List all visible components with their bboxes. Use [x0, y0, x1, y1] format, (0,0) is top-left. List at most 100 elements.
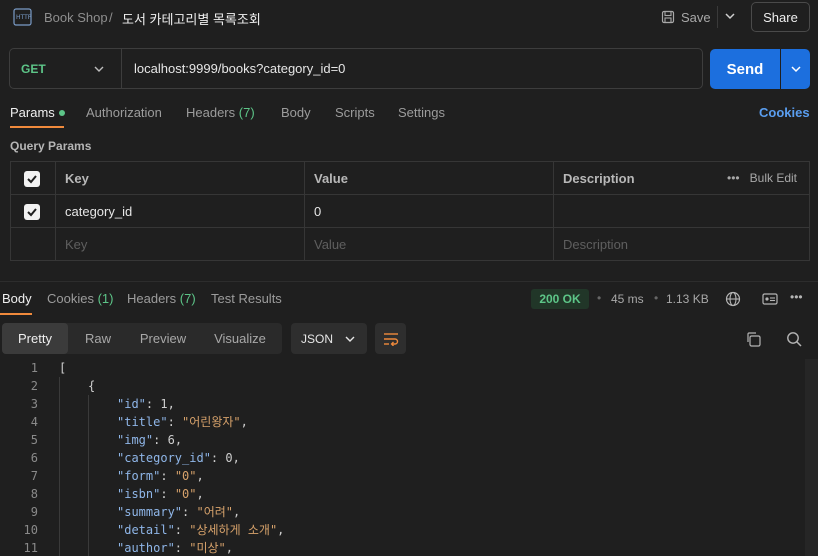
check-icon	[27, 174, 37, 183]
key-header: Key	[65, 171, 89, 186]
query-params-heading: Query Params	[10, 139, 92, 153]
line-number: 4	[30, 415, 38, 429]
code-token-punc: ,	[232, 451, 240, 465]
response-cookies-count: (1)	[97, 291, 114, 306]
code-line: 4 "title": "어린왕자",	[0, 413, 818, 431]
search-icon[interactable]	[786, 331, 802, 347]
tab-params[interactable]: Params	[10, 105, 65, 120]
param-enabled-checkbox[interactable]	[24, 203, 40, 220]
code-token-punc: ,	[233, 505, 241, 519]
param-value: 0	[314, 204, 322, 219]
check-icon	[27, 207, 37, 216]
column-header-description: Description ••• Bulk Edit	[553, 162, 809, 195]
tab-authorization[interactable]: Authorization	[86, 105, 162, 120]
tab-scripts[interactable]: Scripts	[335, 105, 375, 120]
chevron-down-icon[interactable]	[723, 9, 737, 23]
share-button[interactable]: Share	[751, 2, 810, 32]
globe-icon[interactable]	[725, 291, 741, 307]
code-token-punc: ,	[277, 523, 285, 537]
tab-params-label: Params	[10, 105, 55, 120]
chevron-down-icon	[790, 66, 801, 73]
response-tab-cookies[interactable]: Cookies (1)	[47, 291, 113, 306]
line-number: 3	[30, 397, 38, 411]
code-token-str: "어려"	[196, 505, 234, 519]
new-description-input[interactable]: Description	[553, 228, 809, 261]
request-tabs: Params Authorization Headers (7) Body Sc…	[0, 98, 818, 128]
cookies-link[interactable]: Cookies	[759, 105, 810, 120]
response-active-tab-indicator	[0, 313, 32, 315]
response-size[interactable]: 1.13 KB	[666, 292, 709, 306]
response-tab-body[interactable]: Body	[2, 291, 32, 306]
meta-separator: •	[597, 291, 602, 305]
row-check-cell	[11, 195, 55, 228]
code-token-punc: :	[210, 451, 226, 465]
response-body-viewer[interactable]: 1[2{3 "id": 1, 4 "title": "어린왕자", 5 "img": 6,…	[0, 359, 818, 556]
copy-icon[interactable]	[745, 331, 762, 348]
code-content: {	[88, 377, 95, 395]
key-placeholder: Key	[65, 237, 88, 252]
line-number: 10	[23, 523, 38, 537]
new-key-input[interactable]: Key	[55, 228, 304, 261]
more-options-icon[interactable]: •••	[790, 290, 803, 304]
tab-headers[interactable]: Headers (7)	[186, 105, 255, 120]
url-input[interactable]: localhost:9999/books?category_id=0	[134, 61, 345, 76]
line-number: 2	[30, 379, 38, 393]
more-icon: •••	[727, 171, 740, 185]
wrap-lines-button[interactable]	[375, 323, 406, 354]
response-scrollbar[interactable]	[805, 359, 818, 556]
description-header: Description	[563, 171, 635, 186]
status-badge[interactable]: 200 OK	[531, 289, 589, 309]
code-token-str: "0"	[174, 487, 197, 501]
new-value-input[interactable]: Value	[304, 228, 553, 261]
view-mode-preview[interactable]: Preview	[128, 323, 198, 354]
method-select[interactable]: GET	[21, 62, 46, 76]
active-tab-indicator	[10, 126, 64, 128]
column-header-key: Key	[55, 162, 304, 195]
line-number: 6	[30, 451, 38, 465]
tab-body[interactable]: Body	[281, 105, 311, 120]
param-key: category_id	[65, 204, 133, 219]
code-token-key: "author"	[117, 541, 175, 555]
save-icon	[661, 10, 675, 24]
view-mode-visualize[interactable]: Visualize	[198, 323, 282, 354]
response-tab-headers[interactable]: Headers (7)	[127, 291, 196, 306]
tab-settings[interactable]: Settings	[398, 105, 445, 120]
format-select[interactable]: JSON	[291, 323, 367, 354]
breadcrumb-separator: /	[109, 10, 113, 25]
code-line: 5 "img": 6,	[0, 431, 818, 449]
code-content: "form": "0",	[117, 467, 204, 485]
table-row: category_id 0	[11, 195, 809, 228]
code-content: "isbn": "0",	[117, 485, 204, 503]
response-time[interactable]: 45 ms	[611, 292, 644, 306]
line-number: 5	[30, 433, 38, 447]
view-mode-raw[interactable]: Raw	[68, 323, 128, 354]
breadcrumb-collection[interactable]: Book Shop	[44, 10, 108, 25]
code-line: 9 "summary": "어려",	[0, 503, 818, 521]
code-token-punc: ,	[196, 469, 204, 483]
code-content: "author": "미상",	[117, 539, 233, 556]
response-tab-test-results[interactable]: Test Results	[211, 291, 282, 306]
code-token-num: 6	[167, 433, 175, 447]
param-value-cell[interactable]: 0	[304, 195, 553, 228]
table-header-row: Key Value Description ••• Bulk Edit	[11, 162, 809, 195]
view-mode-pretty[interactable]: Pretty	[2, 323, 68, 354]
params-active-dot	[58, 109, 65, 116]
response-divider	[0, 281, 818, 282]
code-token-key: "form"	[117, 469, 161, 483]
select-all-checkbox[interactable]	[24, 170, 40, 187]
code-token-punc: :	[153, 433, 168, 447]
send-options-button[interactable]	[781, 49, 810, 89]
code-token-key: "isbn"	[117, 487, 161, 501]
bulk-edit-button[interactable]: ••• Bulk Edit	[727, 171, 797, 185]
response-view-modes: Pretty Raw Preview Visualize	[2, 323, 282, 354]
tab-headers-count: (7)	[238, 105, 255, 120]
send-button[interactable]: Send	[710, 49, 780, 89]
param-description-cell[interactable]	[553, 195, 809, 228]
code-token-key: "summary"	[117, 505, 183, 519]
save-response-icon[interactable]	[762, 292, 778, 306]
request-name[interactable]: 도서 카테고리별 목록조회	[122, 9, 261, 28]
query-params-table: Key Value Description ••• Bulk Edit cate…	[10, 161, 810, 261]
save-button[interactable]: Save	[661, 7, 711, 27]
chevron-down-icon[interactable]	[93, 63, 105, 75]
param-key-cell[interactable]: category_id	[55, 195, 304, 228]
